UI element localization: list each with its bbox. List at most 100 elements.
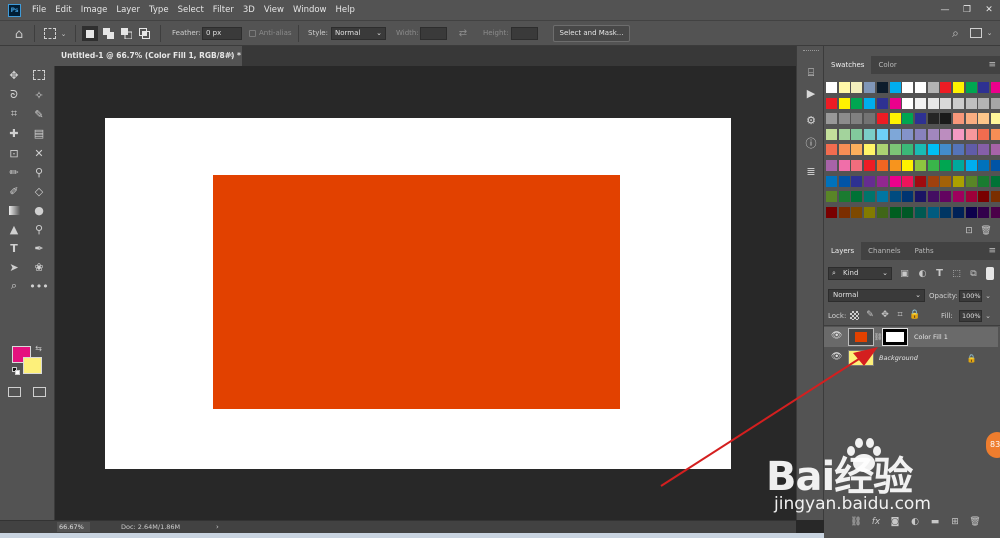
color-swatch[interactable] — [978, 97, 990, 109]
color-swatch[interactable] — [889, 113, 901, 125]
color-swatch[interactable] — [940, 191, 952, 203]
color-swatch[interactable] — [953, 160, 964, 171]
color-swatch[interactable] — [965, 97, 977, 109]
menu-window[interactable]: Window — [293, 5, 327, 15]
restore-button[interactable]: ❐ — [956, 0, 978, 20]
subtract-from-selection-button[interactable] — [118, 26, 134, 41]
panel-menu-icon[interactable]: ≡ — [988, 56, 996, 74]
color-swatch[interactable] — [965, 191, 977, 203]
screen-mode-icon[interactable] — [33, 387, 46, 397]
menu-type[interactable]: Type — [149, 5, 169, 15]
color-swatch[interactable] — [940, 144, 952, 156]
color-swatch[interactable] — [851, 97, 863, 109]
antialias-checkbox[interactable] — [249, 30, 256, 37]
color-swatch[interactable] — [953, 206, 964, 218]
color-swatch[interactable] — [991, 191, 1000, 203]
color-swatch[interactable] — [914, 175, 926, 187]
blend-mode-select[interactable]: Normal ⌄ — [828, 289, 925, 302]
visibility-eye-icon[interactable]: 👁 — [831, 352, 842, 362]
tab-layers[interactable]: Layers — [824, 242, 862, 260]
color-swatch[interactable] — [889, 128, 901, 140]
color-swatch[interactable] — [978, 82, 990, 93]
magic-wand-tool-icon[interactable]: ✧ — [30, 87, 48, 103]
color-swatch[interactable] — [940, 160, 952, 171]
eyedropper-tool-icon[interactable]: ✎ — [30, 106, 48, 122]
color-swatch[interactable] — [864, 82, 876, 93]
color-swatch[interactable] — [889, 144, 901, 156]
color-swatch[interactable] — [902, 128, 914, 140]
color-swatch[interactable] — [914, 160, 926, 171]
blur-tool-icon[interactable]: ● — [30, 202, 48, 218]
color-swatch[interactable] — [953, 175, 964, 187]
color-swatch[interactable] — [826, 144, 837, 156]
color-swatch[interactable] — [826, 191, 837, 203]
color-swatch[interactable] — [940, 128, 952, 140]
feather-input[interactable]: 0 px — [202, 27, 242, 40]
color-swatch[interactable] — [902, 160, 914, 171]
color-swatch[interactable] — [851, 113, 863, 125]
libraries-icon[interactable]: ≣ — [804, 164, 818, 178]
color-swatch[interactable] — [851, 144, 863, 156]
color-swatch[interactable] — [940, 82, 952, 93]
lock-all-icon[interactable]: 🔒 — [909, 309, 920, 321]
color-swatch[interactable] — [889, 191, 901, 203]
color-swatch[interactable] — [876, 128, 888, 140]
lock-artboard-icon[interactable]: ⌗ — [895, 309, 905, 321]
color-swatch[interactable] — [965, 144, 977, 156]
color-swatch[interactable] — [826, 206, 837, 218]
color-swatch[interactable] — [914, 191, 926, 203]
color-swatch[interactable] — [991, 144, 1000, 156]
dodge-tool-icon[interactable]: ⚲ — [30, 221, 48, 237]
color-swatch[interactable] — [864, 144, 876, 156]
close-tab-icon[interactable]: ✕ — [227, 46, 234, 66]
home-icon[interactable]: ⌂ — [11, 26, 27, 42]
layer-row-background[interactable]: 👁 Background 🔒 — [824, 348, 998, 368]
color-swatch[interactable] — [953, 82, 964, 93]
layer-name[interactable]: Background — [879, 354, 918, 362]
filter-shape-icon[interactable]: ⬚ — [951, 268, 962, 279]
color-swatch[interactable] — [965, 128, 977, 140]
color-swatch[interactable] — [826, 82, 837, 93]
color-swatch[interactable] — [838, 97, 850, 109]
color-swatch[interactable] — [927, 160, 939, 171]
history-icon[interactable]: ⌸ — [804, 66, 818, 80]
opacity-input[interactable]: 100% — [959, 290, 982, 302]
color-swatch[interactable] — [927, 206, 939, 218]
color-swatch[interactable] — [914, 144, 926, 156]
color-swatch[interactable] — [991, 113, 1000, 125]
color-swatch[interactable] — [864, 191, 876, 203]
color-swatch[interactable] — [826, 128, 837, 140]
color-swatch[interactable] — [876, 191, 888, 203]
color-swatch[interactable] — [876, 97, 888, 109]
layer-mask-thumbnail[interactable] — [882, 328, 908, 346]
color-swatch[interactable] — [991, 97, 1000, 109]
color-swatch[interactable] — [876, 82, 888, 93]
trash-icon[interactable]: 🗑 — [980, 226, 991, 236]
workspace-icon[interactable] — [970, 28, 982, 38]
color-swatch[interactable] — [864, 128, 876, 140]
color-swatch[interactable] — [978, 144, 990, 156]
pen-tool-icon[interactable]: ✒ — [30, 240, 48, 256]
color-swatch[interactable] — [940, 113, 952, 125]
select-and-mask-button[interactable]: Select and Mask... — [553, 25, 630, 42]
panel-menu-icon[interactable]: ≡ — [988, 242, 996, 260]
width-input[interactable] — [420, 27, 447, 40]
color-swatch[interactable] — [978, 113, 990, 125]
color-swatch[interactable] — [914, 97, 926, 109]
status-menu-arrow-icon[interactable]: › — [216, 522, 219, 532]
new-selection-button[interactable] — [82, 26, 98, 41]
color-swatch[interactable] — [927, 191, 939, 203]
info-icon[interactable]: ⓘ — [804, 136, 818, 150]
crop-tool-icon[interactable]: ⌗ — [5, 106, 23, 122]
search-icon[interactable]: ⌕ — [948, 26, 963, 41]
style-select[interactable]: Normal ⌄ — [331, 27, 386, 40]
color-swatch[interactable] — [914, 113, 926, 125]
spot-healing-tool-icon[interactable]: ✚ — [5, 125, 23, 141]
color-swatch[interactable] — [914, 206, 926, 218]
layer-filter-select[interactable]: ⌕ Kind ⌄ — [828, 267, 892, 280]
close-button[interactable]: ✕ — [978, 0, 1000, 20]
move-tool-icon[interactable]: ✥ — [5, 67, 23, 83]
menu-edit[interactable]: Edit — [55, 5, 71, 15]
color-swatch[interactable] — [940, 97, 952, 109]
filter-smart-object-icon[interactable]: ⧉ — [968, 268, 979, 279]
